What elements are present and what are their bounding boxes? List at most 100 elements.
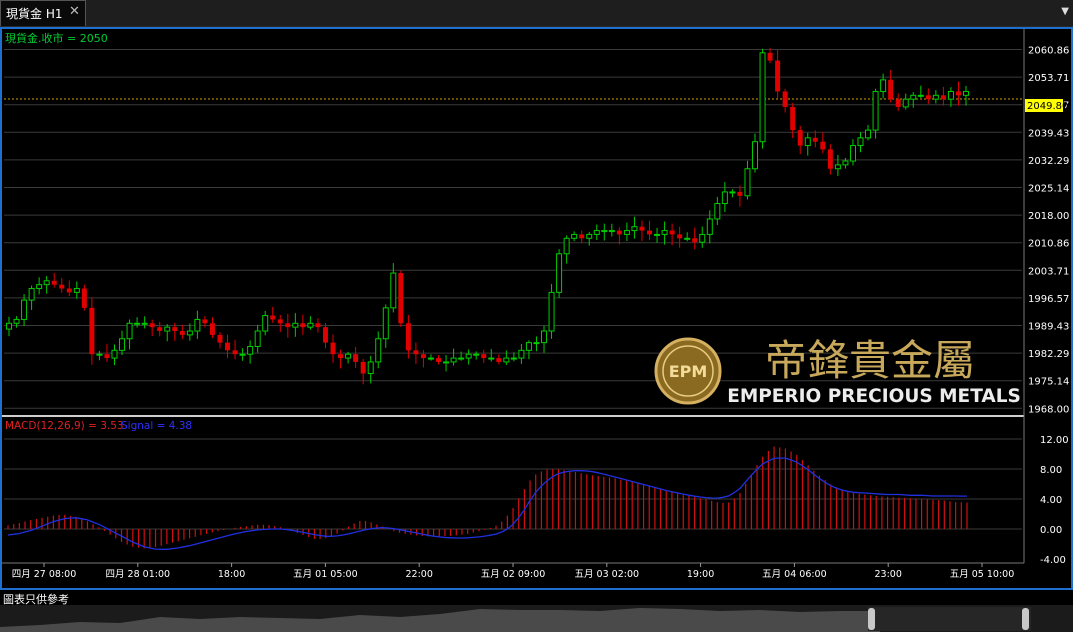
- candle: [654, 227, 661, 243]
- candle: [759, 48, 766, 149]
- candle: [315, 318, 321, 333]
- time-tick-label: 五月 04 06:00: [762, 569, 827, 580]
- candle: [225, 334, 231, 359]
- candle: [849, 139, 856, 166]
- candle: [217, 332, 223, 349]
- candle: [684, 232, 691, 242]
- candle: [932, 90, 939, 104]
- logo-letters: EPM: [669, 362, 708, 381]
- time-tick-label: 19:00: [687, 569, 714, 580]
- candle: [254, 324, 261, 353]
- candle: [420, 349, 426, 368]
- candle: [141, 316, 148, 329]
- candle: [330, 334, 336, 363]
- candle: [510, 352, 517, 362]
- candle: [579, 230, 585, 244]
- navigator-window[interactable]: [868, 607, 1031, 631]
- candle: [164, 324, 171, 342]
- candle: [436, 355, 442, 365]
- watermark-english: EMPERIO PRECIOUS METALS: [727, 386, 1021, 407]
- candle: [692, 227, 698, 250]
- candle: [571, 231, 578, 242]
- candle: [96, 350, 103, 361]
- candlestick-series: [6, 47, 969, 385]
- candle: [623, 222, 630, 241]
- price-tick-label: 2039.43: [1028, 128, 1069, 139]
- watermark-chinese: 帝鋒貴金屬: [765, 336, 975, 385]
- company-logo: EPM: [654, 337, 722, 405]
- macd-axis: 12.00 8.00 4.00 0.00 -4.00: [1040, 435, 1069, 566]
- candle: [239, 348, 246, 361]
- price-legend: 現貨金.收市 = 2050: [5, 31, 108, 45]
- candle: [292, 313, 299, 337]
- candle: [262, 311, 269, 336]
- price-tick-label: 1989.43: [1028, 322, 1069, 333]
- chart-navigator-scrollbar[interactable]: [0, 605, 1073, 632]
- candle: [834, 154, 841, 176]
- time-tick-label: 五月 01 05:00: [293, 569, 358, 580]
- candle: [413, 342, 419, 364]
- candle: [677, 226, 683, 248]
- candle: [6, 316, 12, 337]
- time-tick-label: 五月 03 02:00: [575, 569, 640, 580]
- price-tick-label: 2053.71: [1028, 73, 1069, 84]
- price-chart[interactable]: 2060.862053.712046.572039.432032.292025.…: [0, 0, 1073, 605]
- candle: [601, 223, 608, 241]
- candle: [721, 182, 728, 212]
- price-tick-label: 2003.71: [1028, 266, 1069, 277]
- candle: [714, 196, 721, 226]
- candle: [669, 223, 675, 246]
- candle: [450, 348, 457, 366]
- navigator-right-handle[interactable]: [1022, 608, 1029, 630]
- candle: [563, 235, 570, 264]
- candle: [232, 339, 238, 360]
- candle: [917, 85, 924, 98]
- candle: [353, 346, 359, 369]
- candle: [556, 249, 563, 298]
- candle: [895, 93, 901, 112]
- time-tick-label: 23:00: [875, 569, 902, 580]
- time-tick-label: 18:00: [218, 569, 245, 580]
- candle: [752, 133, 759, 173]
- candle: [737, 185, 743, 207]
- candle: [947, 87, 954, 107]
- candle: [608, 223, 615, 237]
- candle: [149, 319, 155, 337]
- candle: [179, 324, 185, 340]
- time-tick-label: 五月 02 09:00: [481, 569, 546, 580]
- price-tick-label: 1968.00: [1028, 404, 1069, 415]
- price-tick-label: 2018.00: [1028, 211, 1069, 222]
- candle: [322, 323, 328, 349]
- candle: [857, 132, 864, 153]
- candle: [533, 336, 540, 352]
- macd-tick-label: 8.00: [1040, 465, 1062, 476]
- price-tick-label: 1996.57: [1028, 294, 1069, 305]
- candle: [541, 325, 548, 353]
- candle: [729, 189, 736, 198]
- candle: [518, 343, 525, 364]
- macd-tick-label: 0.00: [1040, 525, 1062, 536]
- candle: [586, 231, 593, 246]
- candle: [827, 144, 833, 175]
- time-tick-label: 四月 28 01:00: [106, 569, 171, 580]
- candle: [775, 50, 781, 99]
- candle: [126, 319, 133, 350]
- candle: [548, 283, 555, 339]
- candle: [66, 280, 72, 297]
- candle: [43, 276, 50, 294]
- candle: [194, 310, 201, 339]
- macd-tick-label: 12.00: [1040, 435, 1069, 446]
- navigator-left-handle[interactable]: [868, 608, 875, 630]
- candle: [639, 220, 645, 242]
- current-price-label: 2049.80: [1027, 101, 1068, 112]
- price-tick-label: 2060.86: [1028, 46, 1069, 57]
- time-tick-label: 五月 05 10:00: [950, 569, 1015, 580]
- candle: [647, 220, 653, 241]
- price-tick-label: 1982.29: [1028, 349, 1069, 360]
- candle: [940, 86, 946, 106]
- candle: [405, 314, 411, 359]
- candle: [119, 330, 126, 356]
- candle: [902, 93, 909, 110]
- candle: [28, 285, 35, 310]
- candle: [51, 272, 57, 288]
